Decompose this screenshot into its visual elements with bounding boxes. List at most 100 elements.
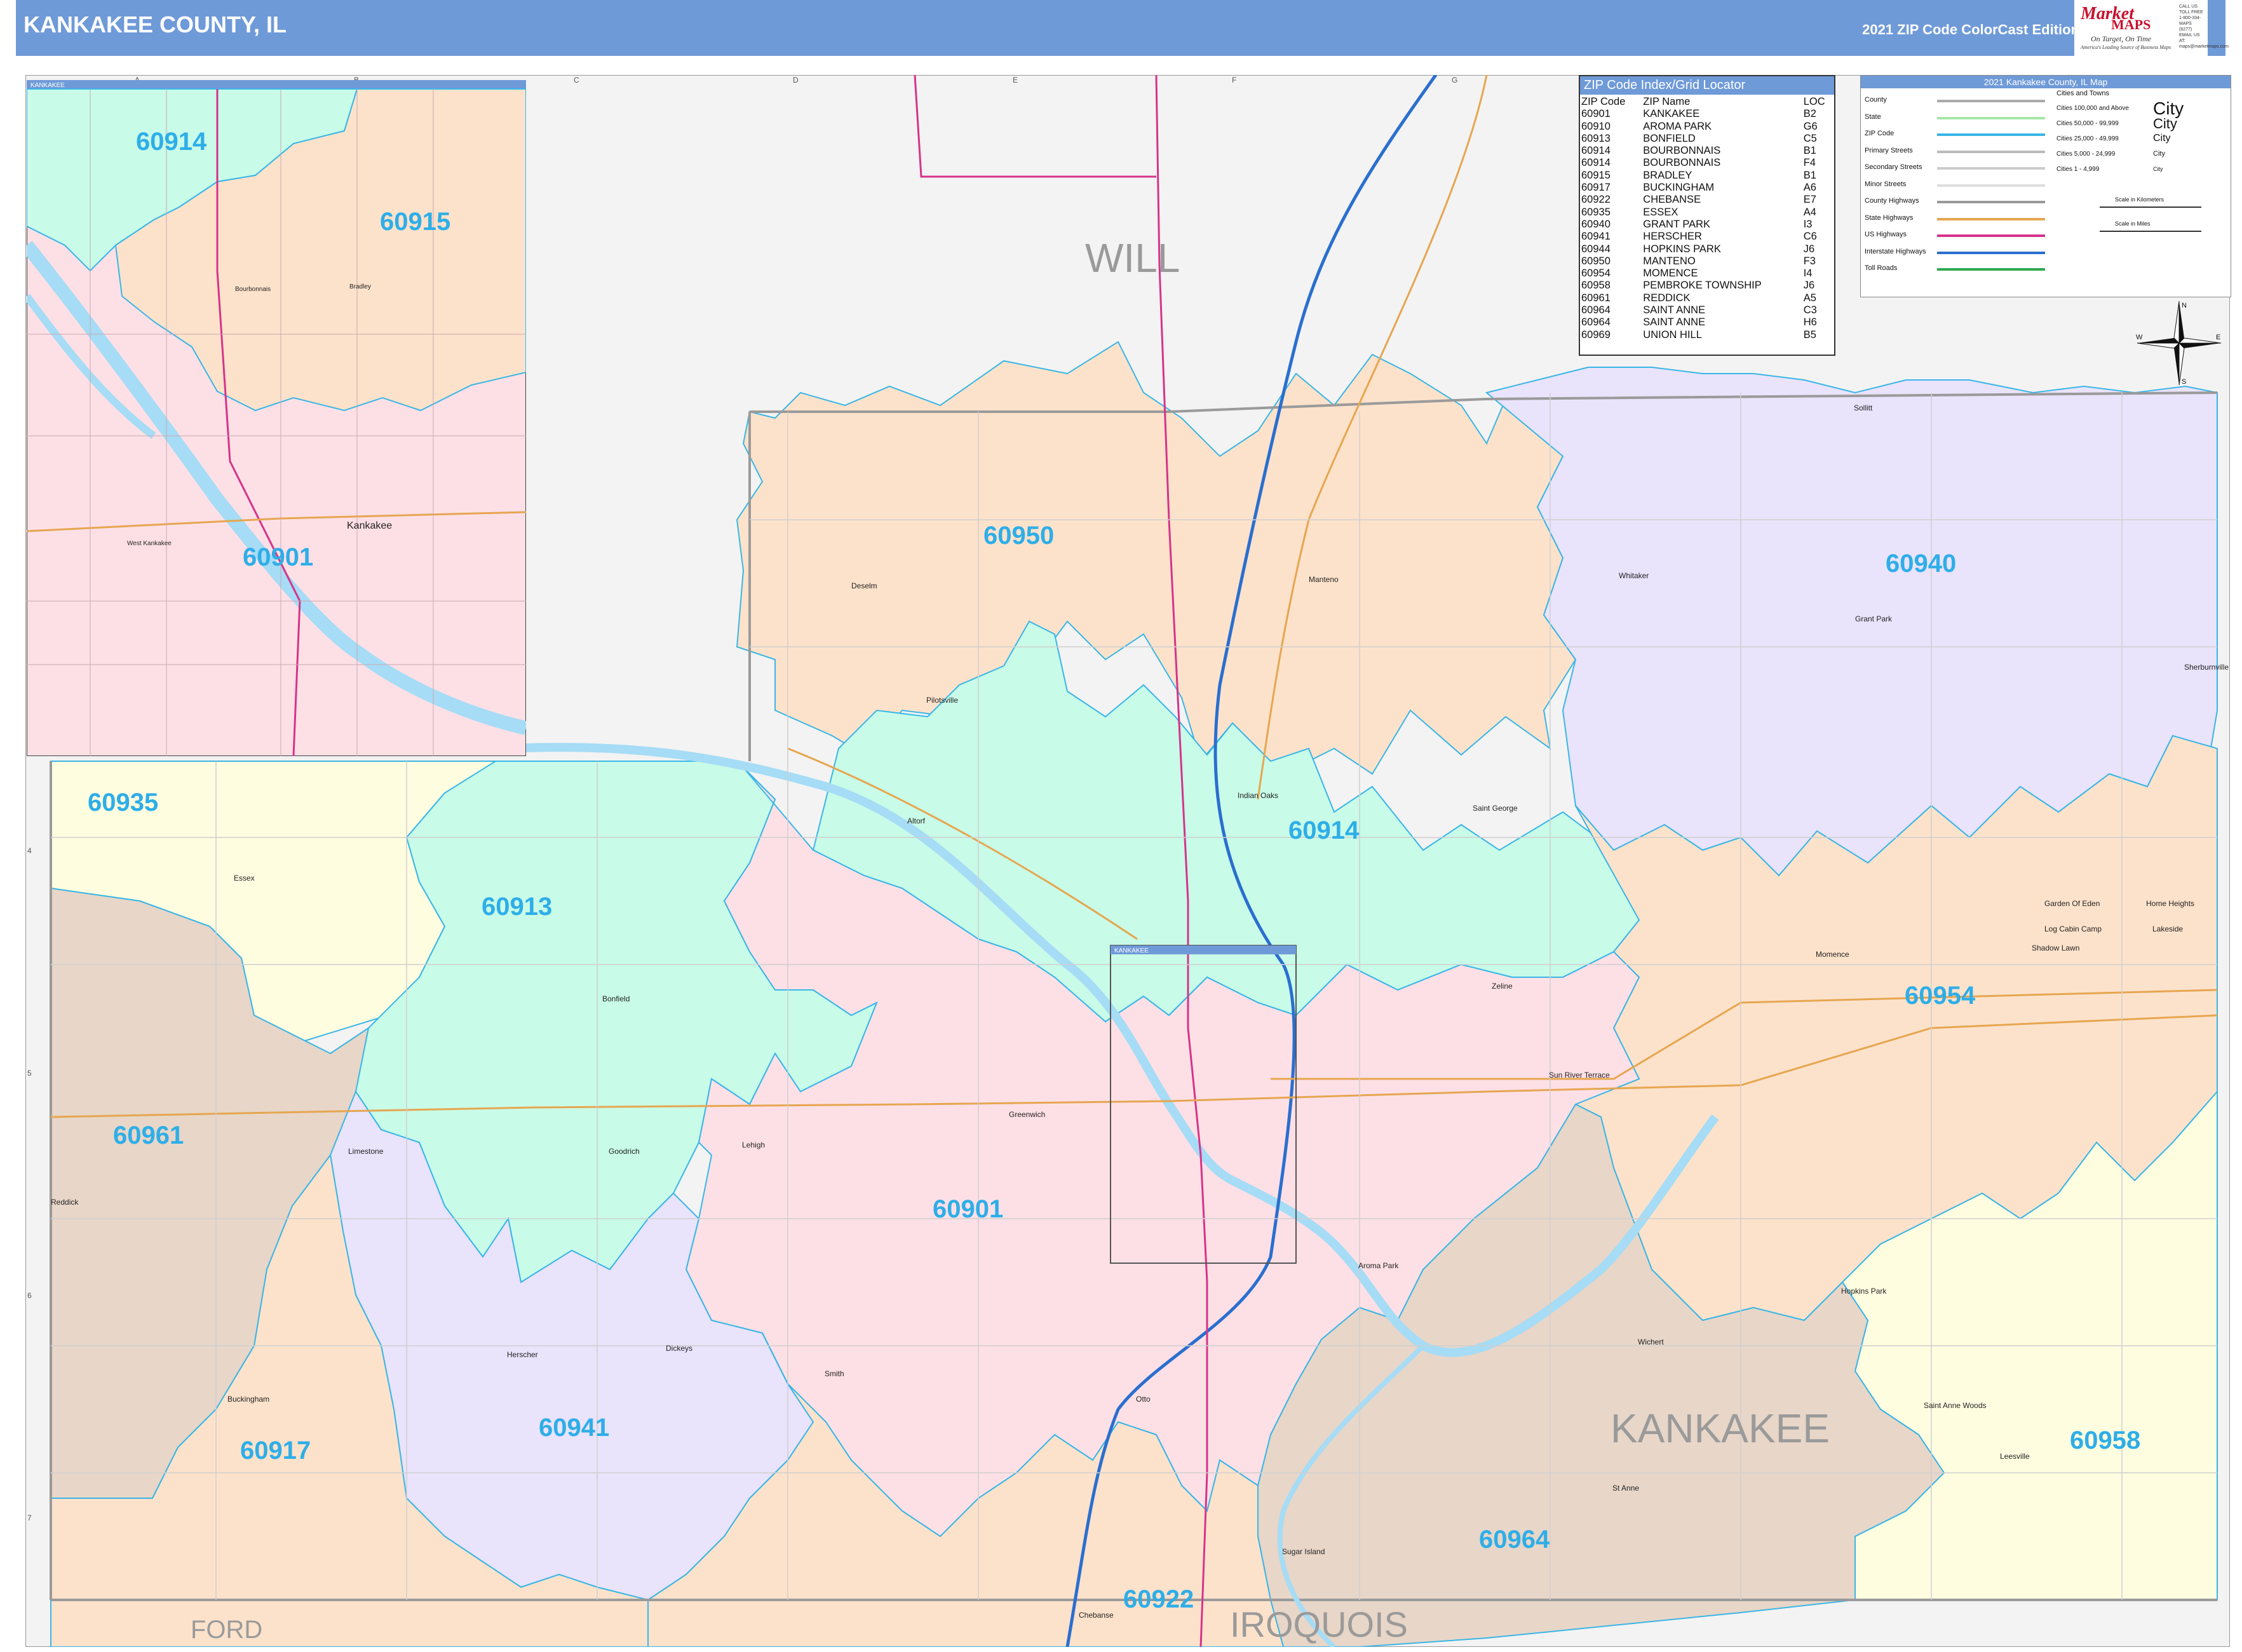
town-lehigh: Lehigh xyxy=(742,1141,765,1149)
town-sherburnville: Sherburnville xyxy=(2184,663,2229,672)
zip-index-cell: BRADLEY xyxy=(1643,169,1692,181)
zip-label-60940: 60940 xyxy=(1886,550,1956,578)
svg-text:C: C xyxy=(574,76,579,85)
legend-item-label: County xyxy=(1865,96,1887,104)
town-hopkinspark: Hopkins Park xyxy=(1841,1287,1887,1296)
legend-item-label: Secondary Streets xyxy=(1865,163,1922,171)
legend-city-class-sample: City xyxy=(2153,149,2165,158)
zip-index-cell: REDDICK xyxy=(1643,292,1691,304)
zip-label-60914: 60914 xyxy=(1288,816,1360,844)
zip-label-60941: 60941 xyxy=(539,1414,609,1442)
zip-index-table: ZIP Code ZIP Name LOC 60901 KANKAKEE B2 60910 A… xyxy=(1580,96,1834,341)
legend-title: 2021 Kankakee County, IL Map xyxy=(1861,76,2231,88)
inset-label: KANKAKEE xyxy=(30,82,65,89)
zip-index-cell: 60901 xyxy=(1581,108,1611,120)
town-buckingham: Buckingham xyxy=(227,1395,269,1404)
legend-item-label: Interstate Highways xyxy=(1865,247,1926,255)
kankakee-city-inset[interactable]: KANKAKEE 60914 60915 60901 Kankakee Bour… xyxy=(27,80,526,756)
town-manteno: Manteno xyxy=(1309,575,1339,584)
town-saintanne: St Anne xyxy=(1612,1484,1639,1493)
legend-scale-mi-bar xyxy=(2100,231,2201,232)
zip-index-cell: A4 xyxy=(1803,206,1816,218)
svg-text:F: F xyxy=(1232,76,1236,85)
svg-text:E: E xyxy=(1013,76,1018,85)
svg-text:7: 7 xyxy=(27,1513,32,1522)
zip-index-row: 60940 GRANT PARK I3 xyxy=(1580,219,1834,231)
zip-label-60954: 60954 xyxy=(1905,982,1976,1010)
zip-index-cell: J6 xyxy=(1803,280,1815,292)
town-pilotsville: Pilotsville xyxy=(926,696,958,705)
zip-label-60964: 60964 xyxy=(1479,1526,1550,1554)
county-label-will: WILL xyxy=(1085,235,1180,281)
town-wichert: Wichert xyxy=(1638,1337,1664,1346)
town-homeheights: Home Heights xyxy=(2146,899,2194,908)
zip-index-cell: C3 xyxy=(1803,304,1817,316)
zip-label-60917: 60917 xyxy=(240,1437,311,1465)
zip-index-row: 60913 BONFIELD C5 xyxy=(1580,133,1834,145)
zip-index-row: 60901 KANKAKEE B2 xyxy=(1580,108,1834,120)
svg-text:6: 6 xyxy=(27,1291,32,1300)
zip-index-cell: BUCKINGHAM xyxy=(1643,182,1715,194)
zip-index-cell: B1 xyxy=(1803,145,1816,157)
town-dickeys: Dickeys xyxy=(666,1344,692,1353)
town-otto: Otto xyxy=(1136,1395,1151,1404)
zip-index-grid-locator: ZIP Code Index/Grid Locator ZIP Code ZIP … xyxy=(1579,75,1835,356)
zip-index-title: ZIP Code Index/Grid Locator xyxy=(1580,76,1834,95)
zip-label-60922: 60922 xyxy=(1123,1585,1194,1613)
zip-index-cell: B1 xyxy=(1803,169,1816,181)
city-inset-frame-label: KANKAKEE xyxy=(1114,947,1149,954)
zip-index-cell: A6 xyxy=(1803,182,1816,194)
zip-index-cell: BONFIELD xyxy=(1643,132,1696,144)
legend-item-label: State xyxy=(1865,112,1881,121)
logo-contact: CALL US TOLL FREE 1-800-334-MAPS (6277) … xyxy=(2179,4,2229,49)
inset-town-kankakee: Kankakee xyxy=(347,520,392,531)
zip-index-cell: 60969 xyxy=(1581,328,1611,341)
legend-item-label: Primary Streets xyxy=(1865,146,1913,154)
zip-index-row: 60964 SAINT ANNE H6 xyxy=(1580,316,1834,328)
zip-index-cell: C5 xyxy=(1803,132,1817,144)
town-momence: Momence xyxy=(1816,950,1849,959)
zip-index-cell: F3 xyxy=(1803,255,1816,267)
town-saintgeorge: Saint George xyxy=(1473,804,1518,813)
town-smith: Smith xyxy=(825,1369,844,1378)
compass-s: S xyxy=(2182,378,2186,386)
town-grantpark: Grant Park xyxy=(1855,614,1893,623)
town-reddick: Reddick xyxy=(51,1198,79,1207)
inset-zip-label-60901: 60901 xyxy=(243,543,313,571)
zip-index-row: 60922 CHEBANSE E7 xyxy=(1580,194,1834,206)
svg-text:D: D xyxy=(793,76,799,85)
town-bonfield: Bonfield xyxy=(602,994,630,1003)
map-title: KANKAKEE COUNTY, IL xyxy=(24,11,287,37)
zip-index-row: 60944 HOPKINS PARK J6 xyxy=(1580,243,1834,255)
town-goodrich: Goodrich xyxy=(609,1147,640,1156)
zip-index-cell: HERSCHER xyxy=(1643,231,1702,243)
zip-index-cell: 60964 xyxy=(1581,304,1611,316)
zip-index-cell: 60941 xyxy=(1581,231,1611,243)
market-maps-logo: Market MAPS On Target, On Time America's… xyxy=(2074,0,2229,56)
compass-w: W xyxy=(2136,334,2143,341)
zip-index-cell: GRANT PARK xyxy=(1643,218,1711,230)
zip-index-cell: MOMENCE xyxy=(1643,267,1698,280)
town-indianoaks: Indian Oaks xyxy=(1238,791,1278,800)
zip-index-cell: 60954 xyxy=(1581,267,1611,280)
zip-label-60958: 60958 xyxy=(2070,1426,2140,1454)
zip-index-cell: I4 xyxy=(1803,267,1813,280)
zip-label-60935: 60935 xyxy=(88,789,158,816)
legend-item-label: ZIP Code xyxy=(1865,130,1894,137)
legend-item-swatch xyxy=(1937,251,2045,254)
inset-zip-label-60914: 60914 xyxy=(136,128,207,156)
zip-index-cell: I3 xyxy=(1803,218,1813,230)
county-label-kankakee: KANKAKEE xyxy=(1611,1405,1830,1451)
legend-item-label: Minor Streets xyxy=(1865,180,1907,188)
legend-item-label: US Highways xyxy=(1865,231,1907,238)
zip-index-cell: 60917 xyxy=(1581,182,1611,194)
town-sugarisland: Sugar Island xyxy=(1282,1547,1325,1556)
zip-index-cell: B5 xyxy=(1803,328,1816,341)
zip-index-cell: BOURBONNAIS xyxy=(1643,157,1721,169)
title-bar: KANKAKEE COUNTY, IL 2021 ZIP Code ColorC… xyxy=(16,0,2225,56)
legend-city-class-label: Cities 100,000 and Above xyxy=(2056,105,2129,112)
zip-index-cell: MANTENO xyxy=(1643,255,1696,267)
zip-label-60913: 60913 xyxy=(482,893,552,921)
zip-index-cell: 60961 xyxy=(1581,292,1611,304)
svg-text:4: 4 xyxy=(27,846,32,855)
